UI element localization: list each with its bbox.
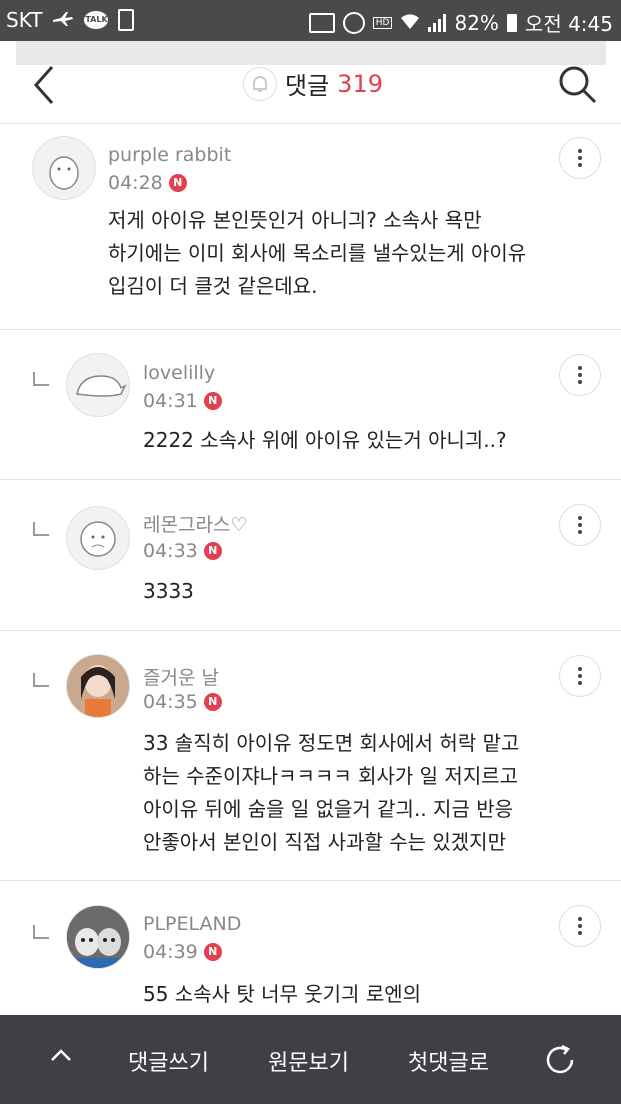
more-vertical-icon xyxy=(578,366,582,370)
comment-author[interactable]: PLPELAND xyxy=(143,913,241,935)
comment-author[interactable]: 레몬그라스♡ xyxy=(143,510,247,537)
comment-author[interactable]: 즐거운 날 xyxy=(143,663,219,690)
header: 댓글 319 xyxy=(0,41,621,124)
talk-icon: TALK xyxy=(84,11,109,29)
chevron-left-icon xyxy=(33,66,54,104)
bottom-toolbar: 댓글쓰기 원문보기 첫댓글로 xyxy=(0,1015,621,1104)
battery-icon xyxy=(506,13,517,32)
bell-icon[interactable] xyxy=(243,66,277,101)
more-vertical-icon xyxy=(578,917,582,921)
comment-time: 04:35 N xyxy=(143,691,222,713)
refresh-icon xyxy=(546,1044,574,1074)
page-title: 댓글 xyxy=(285,72,330,100)
comment-count: 319 xyxy=(337,69,383,98)
new-badge: N xyxy=(203,542,222,560)
refresh-button[interactable] xyxy=(542,1042,578,1078)
more-options-button[interactable] xyxy=(559,137,601,179)
comment-text: 55 소속사 탓 너무 웃기긔 로엔의 xyxy=(143,982,422,1006)
comment-time-label: 04:39 xyxy=(143,941,198,963)
avatar[interactable] xyxy=(66,654,130,718)
view-original-button[interactable]: 원문보기 xyxy=(268,1045,349,1077)
scroll-top-button[interactable] xyxy=(50,1045,72,1067)
comment-reply-item: 레몬그라스♡ 04:33 N 3333 xyxy=(0,480,621,631)
more-vertical-icon xyxy=(578,516,582,520)
reply-indicator-icon xyxy=(33,372,49,386)
search-icon xyxy=(559,66,597,104)
avatar[interactable] xyxy=(66,506,130,570)
comment-item: purple rabbit 04:28 N 저게 아이유 본인뜻인거 아니긔? … xyxy=(0,124,621,330)
more-vertical-icon xyxy=(578,149,582,153)
comment-time-label: 04:31 xyxy=(143,390,198,412)
comment-reply-item: 즐거운 날 04:35 N 33 솔직히 아이유 정도면 회사에서 허락 맡고 … xyxy=(0,631,621,881)
hd-voice-icon: HD xyxy=(372,16,393,29)
more-options-button[interactable] xyxy=(559,504,601,546)
comment-text: 저게 아이유 본인뜻인거 아니긔? 소속사 욕만 하기에는 이미 회사에 목소리… xyxy=(108,208,527,298)
new-badge: N xyxy=(168,174,187,192)
airplane-icon xyxy=(52,8,74,32)
more-vertical-icon xyxy=(578,667,582,671)
avatar[interactable] xyxy=(66,353,130,417)
reply-indicator-icon xyxy=(33,925,49,939)
reply-indicator-icon xyxy=(33,522,49,536)
battery-percent: 82% xyxy=(454,10,499,35)
reply-indicator-icon xyxy=(33,673,49,687)
status-bar: SKT TALK HD 82% 오전 4:45 xyxy=(0,0,621,41)
more-options-button[interactable] xyxy=(559,354,601,396)
comment-text: 33 솔직히 아이유 정도면 회사에서 허락 맡고 하는 수준이쟈나ㅋㅋㅋㅋ 회… xyxy=(143,731,520,854)
header-title-group: 댓글 319 xyxy=(243,66,383,101)
clock: 오전 4:45 xyxy=(524,12,613,36)
comment-time: 04:31 N xyxy=(143,390,222,412)
comment-time: 04:33 N xyxy=(143,540,222,562)
wifi-icon xyxy=(400,11,420,35)
back-button[interactable] xyxy=(30,65,64,105)
search-button[interactable] xyxy=(556,63,598,105)
alarm-icon xyxy=(342,11,365,34)
comment-time: 04:39 N xyxy=(143,941,222,963)
avatar[interactable] xyxy=(32,136,96,200)
cast-icon xyxy=(308,12,335,33)
comment-author[interactable]: lovelilly xyxy=(143,362,215,384)
new-badge: N xyxy=(203,943,222,961)
comment-time-label: 04:35 xyxy=(143,691,198,713)
comment-author[interactable]: purple rabbit xyxy=(108,144,231,166)
comment-text: 3333 xyxy=(143,579,194,603)
comment-time-label: 04:28 xyxy=(108,172,163,194)
first-comment-button[interactable]: 첫댓글로 xyxy=(408,1045,489,1077)
new-badge: N xyxy=(203,392,222,410)
comment-reply-item: PLPELAND 04:39 N 55 소속사 탓 너무 웃기긔 로엔의 xyxy=(0,881,621,1015)
more-options-button[interactable] xyxy=(559,905,601,947)
comment-time-label: 04:33 xyxy=(143,540,198,562)
write-comment-button[interactable]: 댓글쓰기 xyxy=(128,1045,209,1077)
chevron-up-icon xyxy=(51,1049,71,1061)
comment-text: 2222 소속사 위에 아이유 있는거 아니긔..? xyxy=(143,428,507,452)
new-badge: N xyxy=(203,693,222,711)
more-options-button[interactable] xyxy=(559,655,601,697)
comment-reply-item: lovelilly 04:31 N 2222 소속사 위에 아이유 있는거 아니… xyxy=(0,330,621,480)
carrier-label: SKT xyxy=(6,8,43,32)
avatar[interactable] xyxy=(66,905,130,969)
signal-icon xyxy=(428,13,447,32)
device-icon xyxy=(118,9,135,31)
comment-time: 04:28 N xyxy=(108,172,187,194)
